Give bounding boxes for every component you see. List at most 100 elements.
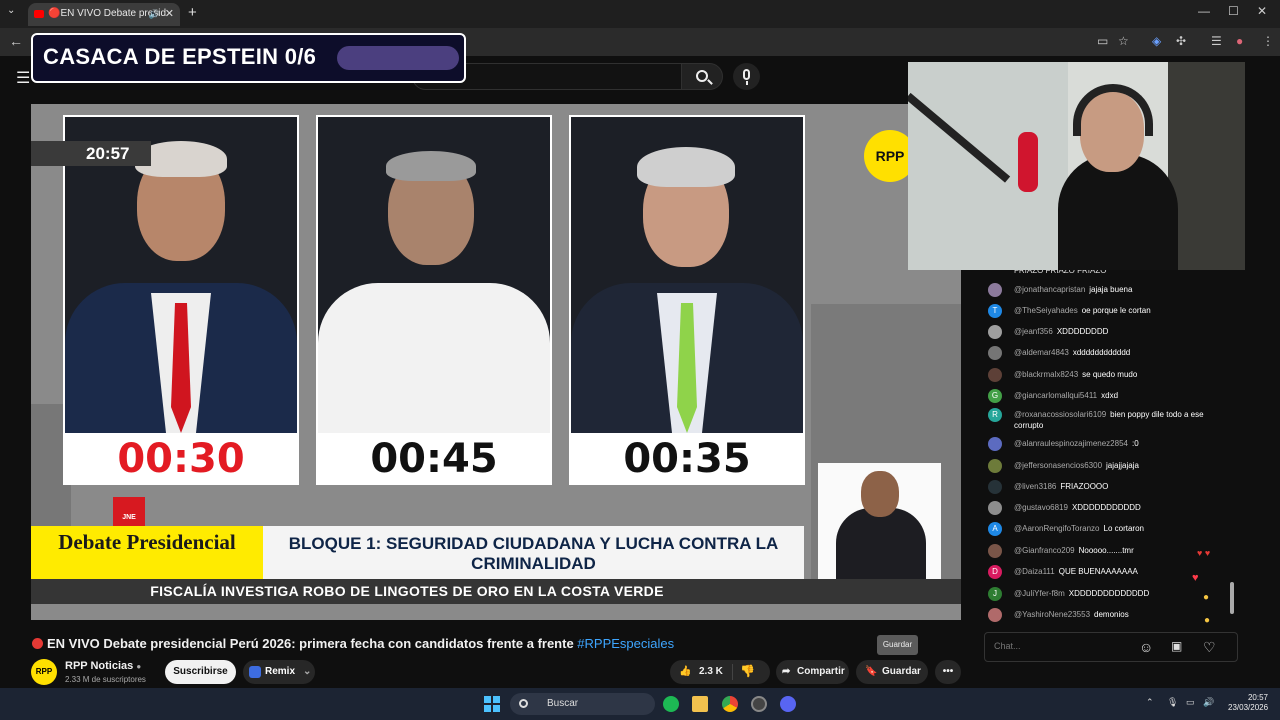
like-divider (732, 664, 733, 680)
chat-message-text: XDDDDDDDD (1056, 327, 1109, 336)
channel-avatar[interactable]: RPP (31, 659, 57, 685)
emoji-icon[interactable]: ☺ (1139, 639, 1153, 655)
like-button[interactable]: 👍 2.3 K (670, 660, 770, 684)
share-icon: ➦ (782, 666, 791, 677)
chat-username[interactable]: @liven3186 (1014, 482, 1056, 491)
profile-avatar[interactable]: ● (1236, 34, 1243, 48)
chat-user-avatar[interactable] (988, 501, 1002, 515)
tray-chevron-icon[interactable]: ⌃ (1146, 697, 1154, 708)
chat-user-avatar[interactable] (988, 480, 1002, 494)
volume-icon[interactable]: 🔊 (1203, 697, 1214, 708)
back-button[interactable]: ← (9, 33, 23, 49)
overlay-progress-bar (337, 46, 459, 70)
chat-username[interactable]: @roxanacossiosolari6109 (1014, 410, 1106, 419)
chat-message-text: demonios (1094, 610, 1129, 619)
chat-username[interactable]: @gustavo6819 (1014, 503, 1068, 512)
network-icon[interactable]: ▭ (1186, 697, 1195, 708)
chat-user-avatar[interactable] (988, 346, 1002, 360)
chat-user-avatar[interactable]: R (988, 408, 1002, 422)
chat-user-avatar[interactable]: J (988, 587, 1002, 601)
cast-icon[interactable]: ▭ (1097, 34, 1108, 48)
chat-message-text: XDDDDDDDDDDD (1071, 503, 1141, 512)
search-icon (519, 699, 528, 708)
obs-icon[interactable] (751, 696, 767, 712)
chat-message-text: xdddddddddddd (1072, 348, 1131, 357)
dislike-button[interactable]: 👎 (740, 664, 755, 678)
extensions-puzzle-icon[interactable]: ✣ (1176, 34, 1186, 48)
audio-playing-icon[interactable]: 🔊 (149, 3, 160, 25)
tab-close-icon[interactable]: ✕ (165, 3, 174, 25)
taskbar-clock[interactable]: 20:57 23/03/2026 (1228, 693, 1268, 713)
save-tooltip: Guardar (877, 635, 918, 655)
save-button[interactable]: 🔖 Guardar (856, 660, 928, 684)
subscriber-count: 2.33 M de suscriptores (65, 675, 146, 684)
news-ticker-text: FISCALÍA INVESTIGA ROBO DE LINGOTES DE O… (150, 583, 664, 599)
chat-username[interactable]: @alanraulespinozajimenez2854 (1014, 439, 1128, 448)
tab-search-icon[interactable]: ⌄ (7, 5, 15, 16)
minimize-button[interactable]: — (1198, 4, 1210, 18)
hashtag-link[interactable]: #RPPEspeciales (577, 636, 674, 651)
candidate-panel-1: 00:30 (63, 115, 299, 485)
more-actions-button[interactable]: ••• (935, 660, 961, 684)
sign-language-interpreter (818, 463, 941, 580)
chat-user-avatar[interactable]: A (988, 522, 1002, 536)
chat-username[interactable]: @YashiroNene23553 (1014, 610, 1090, 619)
chat-user-avatar[interactable] (988, 325, 1002, 339)
live-dot-icon (32, 638, 43, 649)
chat-message-text: se quedo mudo (1082, 370, 1138, 379)
chat-user-avatar[interactable] (988, 459, 1002, 473)
chat-username[interactable]: @JuliYfer-f8m (1014, 589, 1065, 598)
chat-username[interactable]: @Daiza111 (1014, 567, 1055, 576)
remix-button[interactable]: Remix ⌄ (243, 660, 315, 684)
hamburger-menu-icon[interactable]: ☰ (16, 68, 30, 88)
maximize-button[interactable]: ☐ (1228, 4, 1239, 18)
microphone-tray-icon[interactable]: 🎙 (1167, 697, 1178, 708)
chat-username[interactable]: @giancarlomallqui5411 (1014, 391, 1097, 400)
chat-user-avatar[interactable] (988, 608, 1002, 622)
heart-icon[interactable]: ♡ (1203, 639, 1216, 656)
subscribe-button[interactable]: Suscribirse (165, 660, 236, 684)
chat-message-text: Lo cortaron (1103, 524, 1144, 533)
chat-user-avatar[interactable]: D (988, 565, 1002, 579)
chat-username[interactable]: @aldemar4843 (1014, 348, 1069, 357)
candidate-panel-2: 00:45 (316, 115, 552, 485)
file-explorer-icon[interactable] (692, 696, 708, 712)
browser-menu-icon[interactable]: ⋮ (1262, 34, 1274, 48)
chat-user-avatar[interactable] (988, 283, 1002, 297)
broadcast-clock: 20:57 (86, 144, 130, 163)
emoji-reaction-icon: ● (1203, 592, 1210, 603)
heart-reaction-icon: ♥ ♥ (1197, 548, 1211, 558)
windows-start-icon[interactable] (484, 696, 500, 712)
chat-username[interactable]: @jonathancapristan (1014, 285, 1085, 294)
new-tab-button[interactable]: + (188, 4, 197, 21)
bookmark-star-icon[interactable]: ☆ (1118, 34, 1129, 48)
super-chat-icon[interactable]: ▣ (1171, 639, 1182, 653)
chat-user-avatar[interactable]: G (988, 389, 1002, 403)
chat-user-avatar[interactable] (988, 368, 1002, 382)
chat-username[interactable]: @jeffersonasencios6300 (1014, 461, 1102, 470)
share-button[interactable]: ➦ Compartir (776, 660, 849, 684)
chat-username[interactable]: @blackrmalx8243 (1014, 370, 1078, 379)
chat-scrollbar[interactable] (1230, 582, 1234, 614)
spotify-icon[interactable] (663, 696, 679, 712)
channel-name[interactable]: RPP Noticias ● (65, 660, 141, 672)
taskbar-search[interactable]: Buscar (510, 693, 655, 715)
remix-icon (249, 666, 261, 678)
voice-search-button[interactable] (733, 63, 760, 90)
chat-username[interactable]: @jeanf356 (1014, 327, 1053, 336)
chat-input[interactable] (994, 641, 1114, 651)
extension-icon[interactable]: ◈ (1152, 34, 1161, 48)
chat-message-text: XDDDDDDDDDDDDD (1068, 589, 1150, 598)
chat-username[interactable]: @Gianfranco209 (1014, 546, 1075, 555)
window-close-button[interactable]: ✕ (1257, 4, 1267, 18)
search-button[interactable] (681, 63, 723, 90)
chat-user-avatar[interactable]: T (988, 304, 1002, 318)
chat-user-avatar[interactable] (988, 544, 1002, 558)
chat-username[interactable]: @AaronRengifoToranzo (1014, 524, 1100, 533)
browser-tab[interactable]: 🔴EN VIVO Debate presid 🔊 ✕ (28, 3, 180, 26)
reading-list-icon[interactable]: ☰ (1211, 34, 1222, 48)
chat-username[interactable]: @TheSeiyahades (1014, 306, 1078, 315)
chat-user-avatar[interactable] (988, 437, 1002, 451)
discord-icon[interactable] (780, 696, 796, 712)
chrome-icon[interactable] (722, 696, 738, 712)
